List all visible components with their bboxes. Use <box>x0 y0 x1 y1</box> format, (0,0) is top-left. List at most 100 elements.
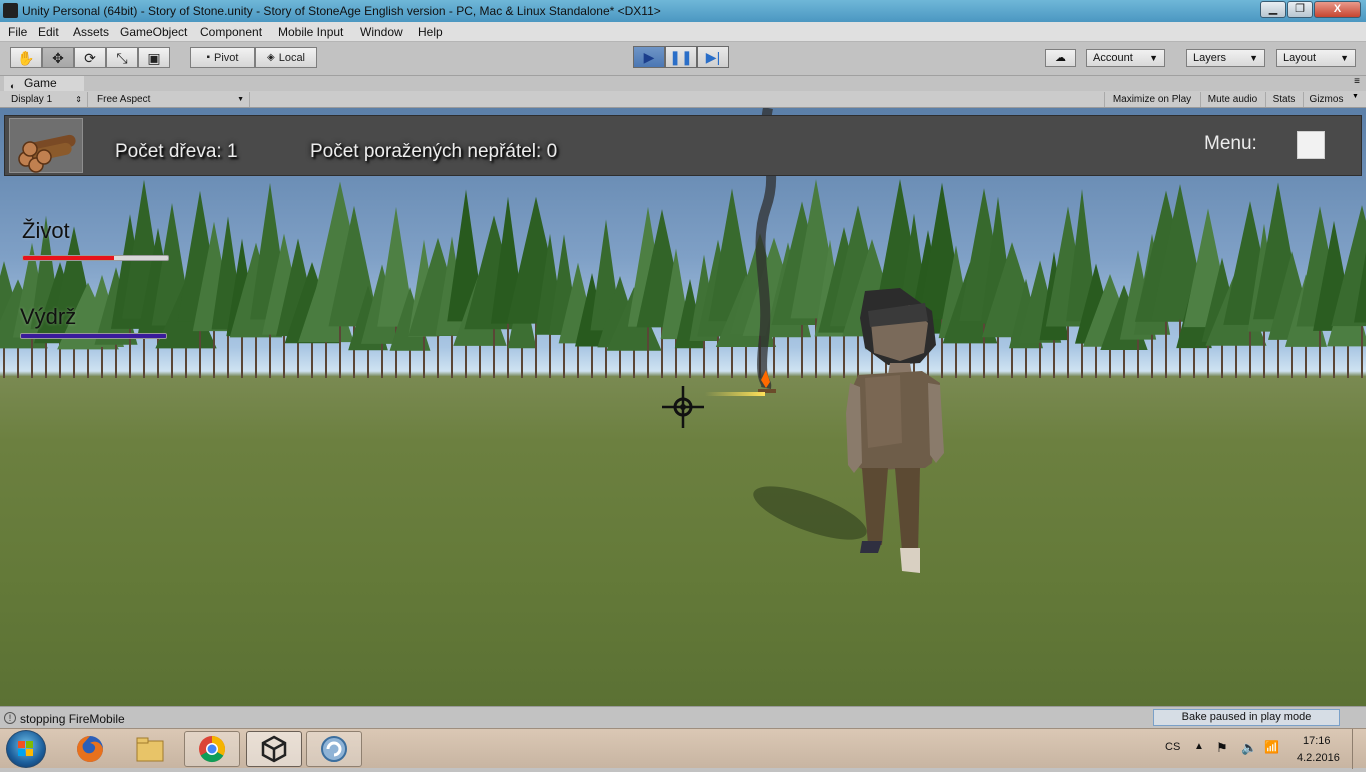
tab-game-label: Game <box>24 76 57 90</box>
rect-icon: ▣ <box>147 49 161 66</box>
gizmos-dropdown[interactable]: Gizmos <box>1303 92 1349 107</box>
title-bar: Unity Personal (64bit) - Story of Stone.… <box>0 0 1366 22</box>
action-center-flag-icon[interactable]: ⚑ <box>1216 740 1228 756</box>
enemies-defeated-count: Počet poražených nepřátel: 0 <box>310 141 558 162</box>
pivot-label: Pivot <box>214 51 239 64</box>
aspect-label: Free Aspect <box>97 94 151 105</box>
folder-icon <box>136 737 164 762</box>
clock-date[interactable]: 4.2.2016 <box>1297 752 1340 764</box>
menu-gameobject[interactable]: GameObject <box>120 25 187 39</box>
chevron-down-icon: ▼ <box>1249 53 1258 63</box>
menu-window[interactable]: Window <box>360 25 403 39</box>
rotate-icon: ⟳ <box>84 49 96 66</box>
game-view[interactable]: Počet dřeva: 1 Počet poražených nepřátel… <box>0 108 1366 706</box>
bake-status: Bake paused in play mode <box>1153 709 1340 726</box>
menu-assets[interactable]: Assets <box>73 25 109 39</box>
wood-logs-icon <box>9 118 83 173</box>
menu-label: Menu: <box>1204 133 1257 154</box>
stats-toggle[interactable]: Stats <box>1265 92 1302 107</box>
warning-icon: ! <box>4 712 16 724</box>
taskbar-chrome[interactable] <box>184 731 240 767</box>
display-dropdown[interactable]: Display 1 ⇕ <box>6 92 88 107</box>
scale-tool-button[interactable]: ⤡ <box>106 47 138 68</box>
maximize-on-play-toggle[interactable]: Maximize on Play <box>1104 92 1199 107</box>
game-tab-strip: ◐ Game ≡ <box>0 76 1366 91</box>
menu-file[interactable]: File <box>8 25 27 39</box>
pivot-icon: ▪ <box>206 52 211 63</box>
play-icon: ▶ <box>643 49 655 65</box>
taskbar-app[interactable] <box>306 731 362 767</box>
menu-help[interactable]: Help <box>418 25 443 39</box>
stamina-bar-fill <box>21 334 166 338</box>
layout-label: Layout <box>1283 52 1317 64</box>
game-view-toolbar: Display 1 ⇕ Free Aspect ▼ Maximize on Pl… <box>0 91 1366 108</box>
taskbar-firefox[interactable] <box>62 731 118 767</box>
network-icon[interactable]: 📶 <box>1264 740 1279 754</box>
display-label: Display 1 <box>11 94 53 105</box>
firefox-icon <box>77 736 103 762</box>
window-title: Unity Personal (64bit) - Story of Stone.… <box>22 4 661 18</box>
cloud-icon: ☁ <box>1055 52 1066 64</box>
pause-button[interactable]: ❚❚ <box>665 46 697 68</box>
unity-logo-icon <box>3 3 18 18</box>
play-button[interactable]: ▶ <box>633 46 665 68</box>
menu-button[interactable] <box>1297 131 1325 159</box>
rect-tool-button[interactable]: ▣ <box>138 47 170 68</box>
layers-label: Layers <box>1193 52 1227 64</box>
language-indicator[interactable]: CS <box>1165 741 1180 753</box>
minimize-button[interactable]: ▁ <box>1260 1 1286 18</box>
tab-menu-icon[interactable]: ≡ <box>1354 76 1360 87</box>
cloud-button[interactable]: ☁ <box>1045 49 1076 67</box>
status-bar: ! stopping FireMobile Bake paused in pla… <box>0 706 1366 728</box>
chevron-down-icon[interactable]: ▼ <box>1352 93 1359 100</box>
account-dropdown[interactable]: Account ▼ <box>1086 49 1165 67</box>
local-toggle[interactable]: ◈ Local <box>255 47 317 68</box>
show-hidden-icons-icon[interactable]: ▲ <box>1194 741 1204 752</box>
chevron-down-icon: ▼ <box>1340 53 1349 63</box>
aspect-dropdown[interactable]: Free Aspect ▼ <box>92 92 250 107</box>
scale-icon: ⤡ <box>116 49 128 66</box>
account-label: Account <box>1093 52 1133 64</box>
menu-bar: File Edit Assets GameObject Component Mo… <box>0 22 1366 42</box>
crosshair-icon <box>662 386 704 428</box>
toolbar: ✋ ✥ ⟳ ⤡ ▣ ▪ Pivot ◈ Local ▶ ❚❚ ▶| ☁ Acco… <box>0 42 1366 76</box>
tab-game[interactable]: ◐ Game <box>4 76 84 91</box>
move-icon: ✥ <box>52 49 64 66</box>
chevron-down-icon: ▼ <box>237 96 244 103</box>
start-button[interactable] <box>6 730 46 768</box>
menu-mobile-input[interactable]: Mobile Input <box>278 25 343 39</box>
layers-dropdown[interactable]: Layers ▼ <box>1186 49 1265 67</box>
taskbar-explorer[interactable] <box>122 731 178 767</box>
maximize-button[interactable]: ❐ <box>1287 1 1313 18</box>
stamina-bar <box>20 333 167 339</box>
taskbar-unity[interactable] <box>246 731 302 767</box>
windows-logo-icon <box>18 741 33 756</box>
hand-tool-button[interactable]: ✋ <box>10 47 42 68</box>
updown-icon: ⇕ <box>75 95 82 104</box>
layout-dropdown[interactable]: Layout ▼ <box>1276 49 1356 67</box>
step-button[interactable]: ▶| <box>697 46 729 68</box>
show-desktop-button[interactable] <box>1352 729 1366 769</box>
move-tool-button[interactable]: ✥ <box>42 47 74 68</box>
chrome-icon <box>199 736 226 763</box>
menu-component[interactable]: Component <box>200 25 262 39</box>
hud-panel: Počet dřeva: 1 Počet poražených nepřátel… <box>4 115 1362 176</box>
pause-icon: ❚❚ <box>669 49 693 65</box>
chevron-down-icon: ▼ <box>1149 53 1158 63</box>
health-label: Život <box>22 218 70 243</box>
step-icon: ▶| <box>705 49 721 65</box>
player-character <box>753 288 944 573</box>
health-bar <box>22 255 169 261</box>
menu-edit[interactable]: Edit <box>38 25 59 39</box>
clock-time[interactable]: 17:16 <box>1303 735 1331 747</box>
console-message[interactable]: stopping FireMobile <box>20 712 125 726</box>
pivot-toggle[interactable]: ▪ Pivot <box>190 47 255 68</box>
wood-count: Počet dřeva: 1 <box>115 141 238 162</box>
health-bar-fill <box>23 256 115 260</box>
rotate-tool-button[interactable]: ⟳ <box>74 47 106 68</box>
close-button[interactable]: X <box>1314 1 1361 18</box>
mute-audio-toggle[interactable]: Mute audio <box>1200 92 1264 107</box>
local-label: Local <box>278 51 305 64</box>
volume-icon[interactable]: 🔈 <box>1241 740 1257 756</box>
unity-icon <box>261 735 287 763</box>
